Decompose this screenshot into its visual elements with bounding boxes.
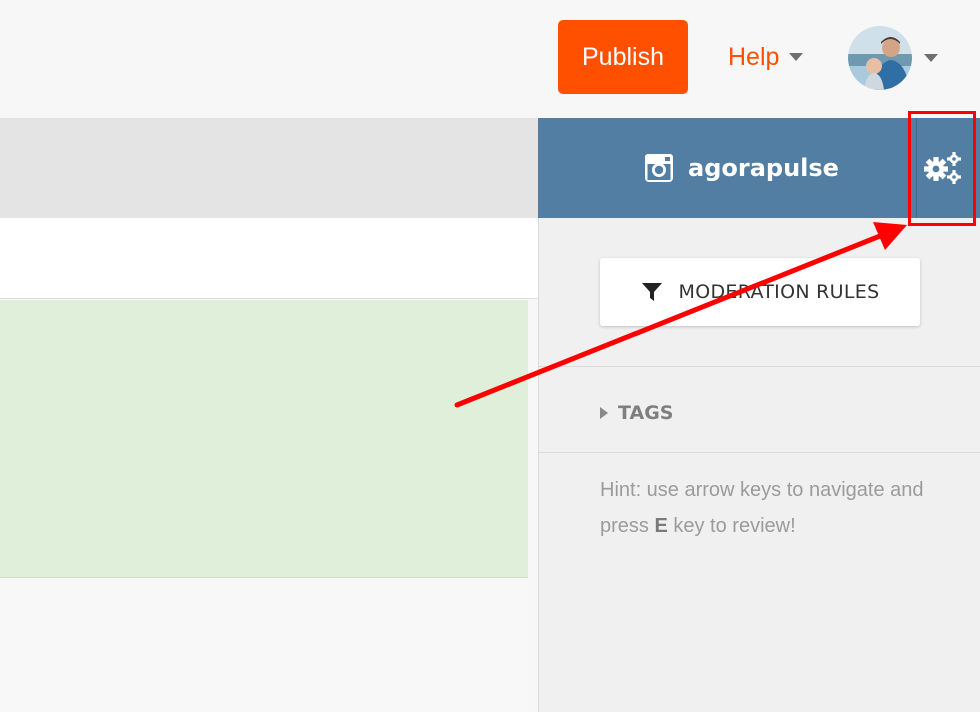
divider [539,452,980,453]
tags-toggle[interactable]: TAGS [600,400,673,426]
avatar [848,26,912,90]
selected-list-item[interactable] [0,300,528,578]
account-header: agorapulse [538,118,980,218]
filter-icon [641,283,662,301]
hint-text-end: key to review! [667,515,796,537]
header-divider [916,118,917,218]
caret-right-icon [600,407,608,419]
list-area [0,578,528,712]
chevron-down-icon [789,53,804,61]
help-label: Help [728,42,780,71]
gears-icon [924,152,961,184]
account-name: agorapulse [688,154,839,182]
tags-label: TAGS [618,402,674,424]
chevron-down-icon [924,54,938,62]
instagram-icon [645,154,673,182]
stream-toolbar [0,218,538,299]
stream-header [0,118,538,218]
account-title: agorapulse [644,152,839,184]
moderation-rules-button[interactable]: MODERATION RULES [600,258,920,326]
settings-button[interactable] [918,144,968,192]
publish-button[interactable]: Publish [558,20,688,94]
top-header: Publish Help [0,0,980,118]
divider [539,366,980,367]
keyboard-hint: Hint: use arrow keys to navigate and pre… [600,472,940,544]
user-menu[interactable] [848,26,938,90]
hint-key: E [654,515,668,537]
moderation-rules-label: MODERATION RULES [678,281,880,303]
help-menu[interactable]: Help [728,40,804,74]
